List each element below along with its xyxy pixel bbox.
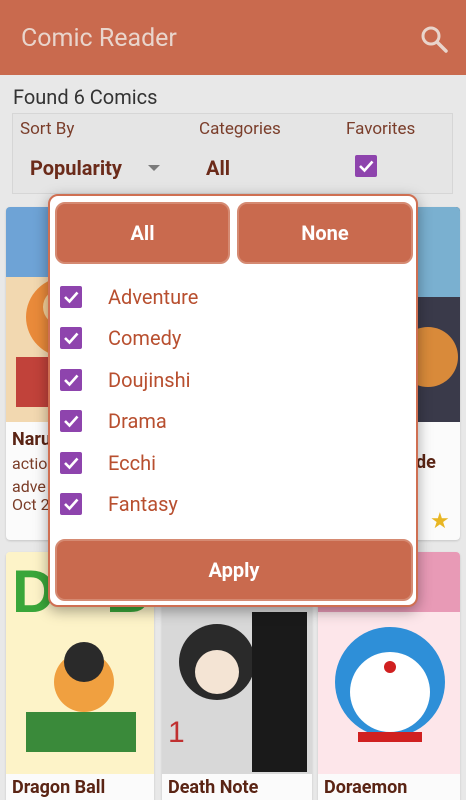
- category-label: Adventure: [108, 285, 199, 309]
- select-all-button[interactable]: All: [55, 202, 230, 264]
- check-icon: [64, 332, 79, 345]
- comic-title: Naru: [12, 429, 52, 450]
- category-filter-dialog: All None Adventure Comedy Doujinshi Dram…: [48, 194, 418, 607]
- comic-date: Oct 2: [12, 495, 50, 514]
- category-row-fantasy[interactable]: Fantasy: [60, 486, 400, 522]
- comic-genre: actio: [12, 454, 48, 473]
- app-bar: Comic Reader: [0, 0, 466, 75]
- category-row-adventure[interactable]: Adventure: [60, 279, 400, 315]
- chevron-down-icon[interactable]: [148, 165, 160, 171]
- sort-by-select[interactable]: Popularity: [30, 156, 122, 180]
- sort-by-label: Sort By: [20, 119, 75, 139]
- comic-title: de: [416, 452, 436, 473]
- category-checkbox[interactable]: [60, 452, 82, 474]
- category-label: Ecchi: [108, 451, 156, 475]
- category-label: Comedy: [108, 326, 182, 350]
- check-icon: [359, 160, 374, 173]
- category-checkbox[interactable]: [60, 286, 82, 308]
- check-icon: [64, 291, 79, 304]
- comic-genre: adve: [12, 477, 46, 496]
- favorite-star-icon[interactable]: ★: [430, 509, 450, 534]
- categories-select[interactable]: All: [206, 156, 230, 180]
- app-title: Comic Reader: [21, 24, 177, 53]
- categories-label: Categories: [199, 119, 281, 139]
- category-row-ecchi[interactable]: Ecchi: [60, 445, 400, 481]
- comic-title: Dragon Ball: [12, 777, 106, 798]
- check-icon: [64, 374, 79, 387]
- check-icon: [64, 498, 79, 511]
- comic-title: Doraemon: [324, 777, 408, 798]
- category-label: Doujinshi: [108, 368, 191, 392]
- check-icon: [64, 457, 79, 470]
- favorites-label: Favorites: [346, 119, 416, 139]
- search-icon[interactable]: [419, 24, 449, 54]
- select-none-button[interactable]: None: [237, 202, 413, 264]
- category-row-drama[interactable]: Drama: [60, 403, 400, 439]
- apply-button[interactable]: Apply: [55, 539, 413, 601]
- category-checkbox[interactable]: [60, 327, 82, 349]
- svg-text:1: 1: [168, 716, 185, 749]
- check-icon: [64, 415, 79, 428]
- comic-title: Death Note: [168, 777, 259, 798]
- results-count: Found 6 Comics: [13, 85, 158, 109]
- category-row-comedy[interactable]: Comedy: [60, 320, 400, 356]
- category-row-doujinshi[interactable]: Doujinshi: [60, 362, 400, 398]
- category-label: Drama: [108, 409, 167, 433]
- category-label: Fantasy: [108, 492, 178, 516]
- category-checkbox[interactable]: [60, 410, 82, 432]
- category-checkbox[interactable]: [60, 369, 82, 391]
- favorites-checkbox[interactable]: [355, 155, 377, 177]
- category-checkbox[interactable]: [60, 493, 82, 515]
